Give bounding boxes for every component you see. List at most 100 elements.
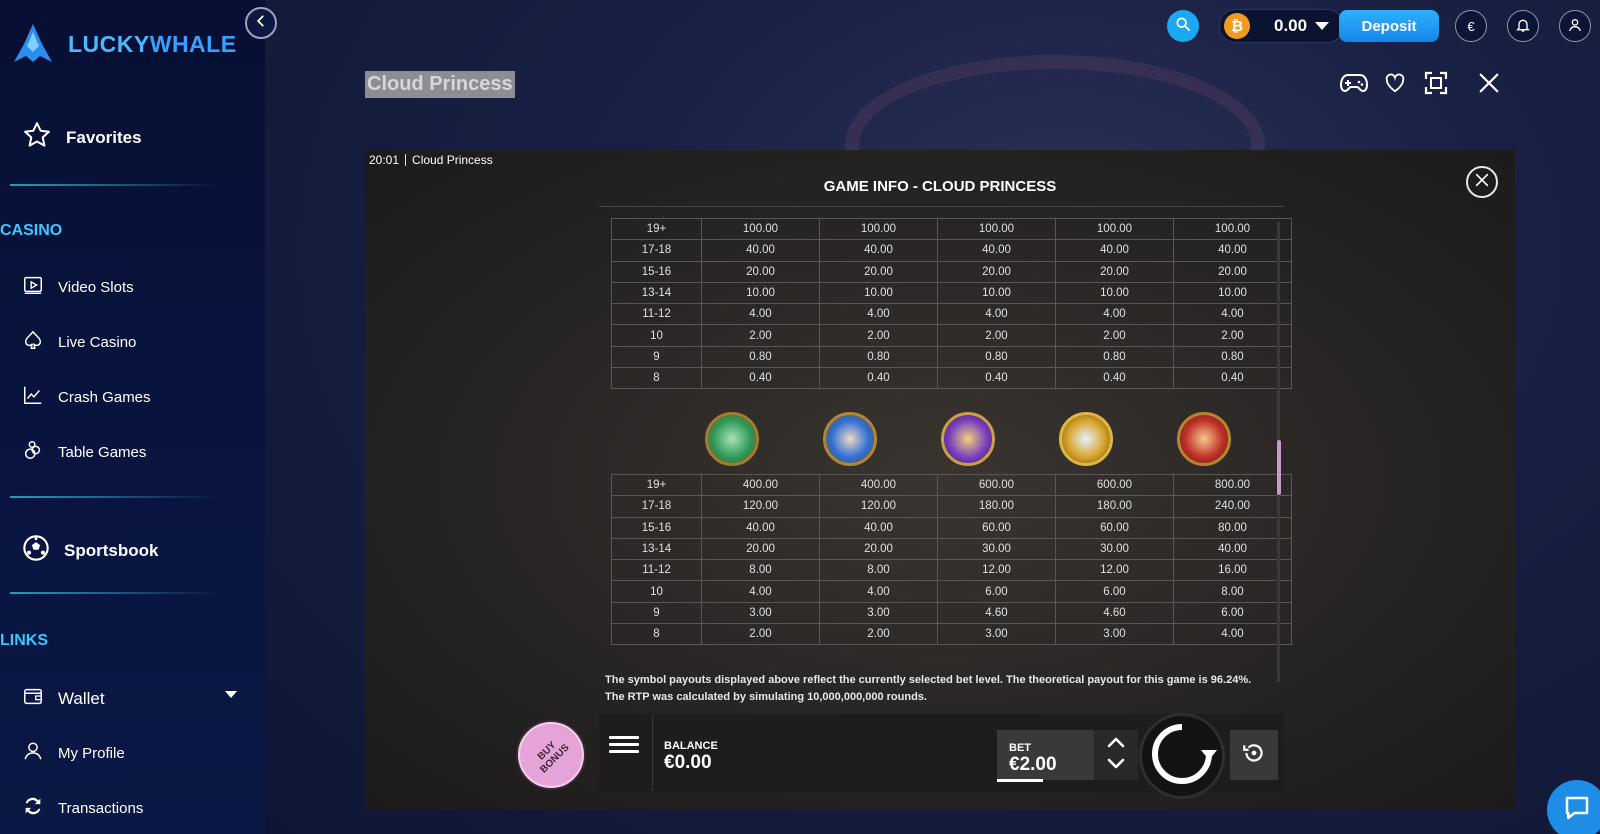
nav-wallet[interactable]: Wallet — [22, 685, 105, 712]
close-game-button[interactable] — [1474, 70, 1504, 100]
autoplay-button[interactable] — [1230, 730, 1278, 780]
count-label-cell: 8 — [611, 623, 702, 646]
fullscreen-button[interactable] — [1421, 70, 1451, 100]
payout-cell: 20.00 — [937, 260, 1056, 283]
autoplay-icon — [1241, 740, 1267, 771]
table-row: 11-12 4.00 4.00 4.00 4.00 4.00 — [611, 303, 1292, 326]
payout-cell: 4.00 — [1173, 623, 1292, 646]
payout-cell: 40.00 — [701, 239, 820, 262]
payout-cell: 4.00 — [819, 580, 938, 603]
payout-cell: 10.00 — [937, 281, 1056, 305]
nav-transactions[interactable]: Transactions — [22, 795, 143, 821]
transactions-icon — [22, 795, 44, 821]
deposit-button[interactable]: Deposit — [1339, 10, 1439, 42]
payout-cell: 0.40 — [1173, 367, 1292, 390]
wallet-chevron-down-icon[interactable] — [225, 691, 237, 698]
table-row: 19+ 400.00 400.00 600.00 600.00 800.00 — [611, 473, 1292, 497]
payout-cell: 180.00 — [1055, 495, 1174, 518]
payout-cell: 100.00 — [701, 217, 820, 241]
purple-gem-symbol-icon — [941, 412, 995, 466]
payout-cell: 20.00 — [1055, 260, 1174, 283]
nav-video-slots[interactable]: Video Slots — [22, 274, 134, 300]
payout-cell: 40.00 — [1055, 239, 1174, 262]
paytable-lower: 19+ 400.00 400.00 600.00 600.00 800.00 17-18 12… — [611, 473, 1292, 646]
payout-cell: 4.00 — [937, 303, 1056, 326]
payout-cell: 3.00 — [819, 601, 938, 625]
section-links-title: LINKS — [0, 632, 48, 649]
bell-icon — [1515, 17, 1531, 36]
payout-cell: 6.00 — [1055, 580, 1174, 603]
payout-cell: 0.40 — [1055, 367, 1174, 390]
spin-button[interactable] — [1139, 713, 1225, 799]
favorite-button[interactable] — [1380, 70, 1410, 100]
bet-increase-chevron-up-icon[interactable] — [1107, 735, 1125, 753]
balance-selector[interactable]: ₿ 0.00 — [1219, 9, 1344, 43]
account-button[interactable] — [1559, 10, 1591, 42]
payout-cell: 120.00 — [701, 495, 820, 518]
nav-crash-games[interactable]: Crash Games — [22, 384, 151, 410]
payout-cell: 600.00 — [937, 473, 1056, 497]
payout-cell: 0.80 — [819, 345, 938, 369]
payout-cell: 4.60 — [937, 601, 1056, 625]
gamepad-button[interactable] — [1339, 70, 1369, 100]
payout-cell: 20.00 — [1173, 260, 1292, 283]
nav-wallet-label: Wallet — [58, 688, 105, 708]
payout-cell: 4.00 — [819, 303, 938, 326]
payout-cell: 2.00 — [937, 324, 1056, 347]
table-row: 17-18 40.00 40.00 40.00 40.00 40.00 — [611, 239, 1292, 262]
search-button[interactable] — [1167, 10, 1199, 42]
bet-value: €2.00 — [1009, 754, 1057, 775]
collapse-sidebar-button[interactable] — [245, 7, 277, 39]
bet-display[interactable]: BET €2.00 — [997, 730, 1094, 780]
game-menu-button[interactable] — [609, 732, 639, 762]
bet-adjust — [1094, 730, 1138, 780]
payout-cell: 60.00 — [937, 516, 1056, 539]
game-clock: 20:01 — [369, 153, 400, 167]
count-label-cell: 10 — [611, 324, 702, 347]
divider — [652, 715, 653, 791]
payout-cell: 6.00 — [937, 580, 1056, 603]
payout-cell: 40.00 — [701, 516, 820, 539]
bet-label: BET — [1009, 742, 1031, 754]
nav-favorites[interactable]: Favorites — [22, 120, 142, 155]
nav-transactions-label: Transactions — [58, 799, 144, 817]
info-scrollbar-thumb[interactable] — [1277, 440, 1281, 495]
chat-button[interactable] — [1547, 780, 1600, 834]
payout-cell: 20.00 — [819, 260, 938, 283]
count-label-cell: 9 — [611, 345, 702, 369]
nav-sportsbook-label: Sportsbook — [64, 540, 159, 560]
nav-live-casino[interactable]: Live Casino — [22, 329, 136, 355]
currency-button[interactable]: € — [1455, 10, 1487, 42]
close-info-button[interactable] — [1466, 166, 1498, 198]
chevron-left-icon — [254, 14, 268, 33]
bet-decrease-chevron-down-icon[interactable] — [1107, 757, 1125, 775]
paytable-upper: 19+ 100.00 100.00 100.00 100.00 100.00 17-18 40… — [611, 217, 1292, 390]
currency-label: € — [1467, 18, 1475, 34]
nav-sportsbook[interactable]: Sportsbook — [22, 534, 158, 567]
notifications-button[interactable] — [1507, 10, 1539, 42]
nav-table-games[interactable]: Table Games — [22, 439, 146, 465]
payout-cell: 3.00 — [1055, 623, 1174, 646]
game-window[interactable]: 20:01 Cloud Princess GAME INFO - CLOUD P… — [365, 150, 1515, 810]
logo[interactable]: LUCKYWHALE — [12, 22, 237, 66]
hamburger-icon — [609, 736, 639, 739]
payout-cell: 2.00 — [1055, 324, 1174, 347]
nav-my-profile[interactable]: My Profile — [22, 740, 125, 766]
bet-level-indicator — [997, 779, 1043, 782]
rtp-description: The symbol payouts displayed above refle… — [605, 674, 1252, 703]
user-icon — [22, 740, 44, 766]
section-casino-title: CASINO — [0, 222, 63, 239]
search-icon — [1175, 16, 1191, 37]
count-label-cell: 19+ — [611, 217, 702, 241]
table-row: 10 2.00 2.00 2.00 2.00 2.00 — [611, 324, 1292, 347]
table-row: 15-16 40.00 40.00 60.00 60.00 80.00 — [611, 516, 1292, 539]
game-title: Cloud Princess — [365, 71, 515, 98]
payout-cell: 40.00 — [819, 239, 938, 262]
nav-live-casino-label: Live Casino — [58, 333, 137, 351]
payout-cell: 30.00 — [937, 537, 1056, 561]
payout-cell: 20.00 — [819, 537, 938, 561]
nav-table-games-label: Table Games — [58, 443, 147, 461]
payout-cell: 8.00 — [701, 559, 820, 582]
payout-cell: 100.00 — [819, 217, 938, 241]
nav-my-profile-label: My Profile — [58, 744, 125, 762]
